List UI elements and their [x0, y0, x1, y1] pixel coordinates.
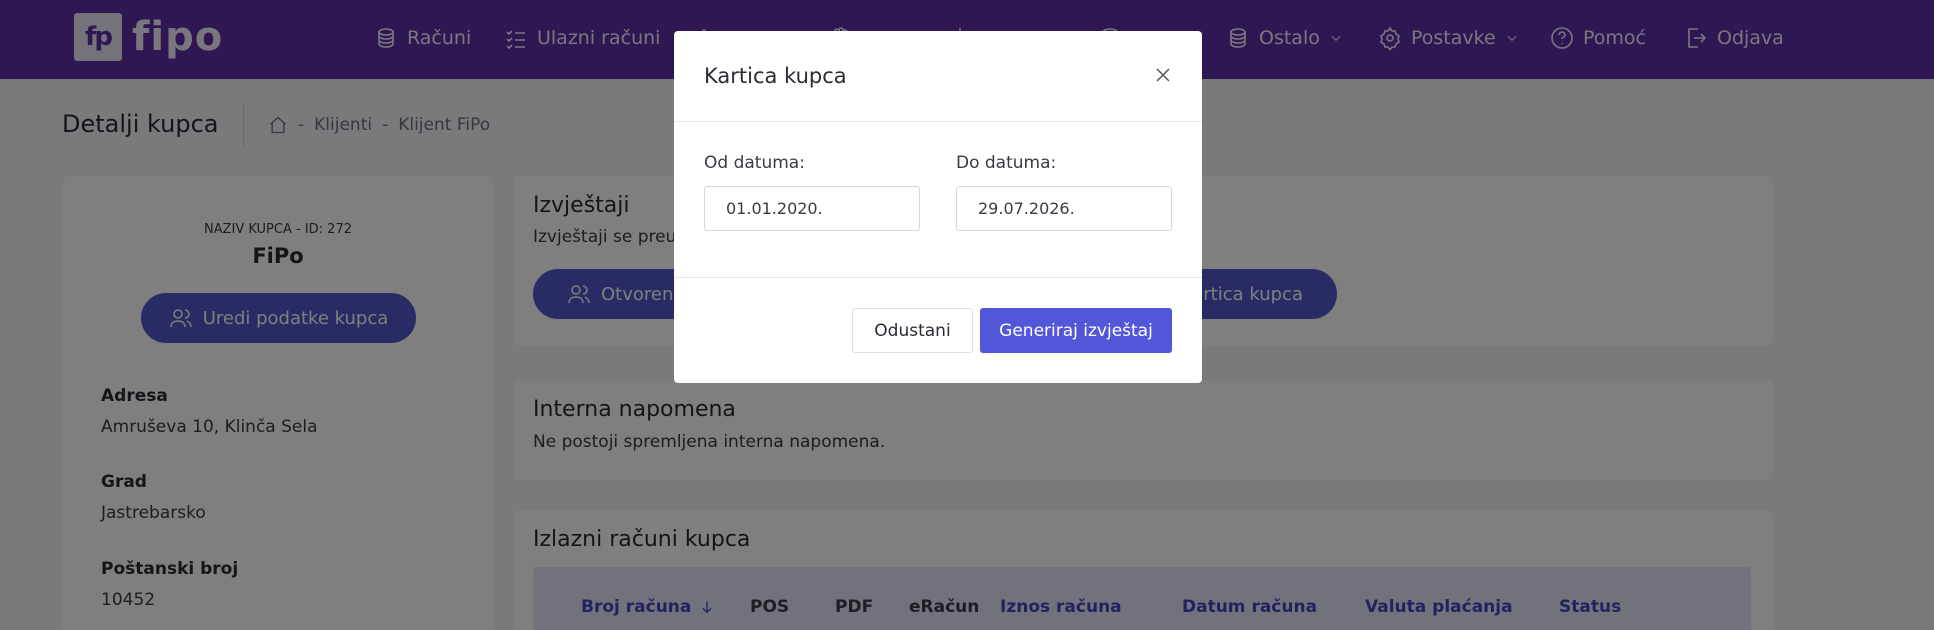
to-date-label: Do datuma: [956, 153, 1057, 173]
customer-card-modal: Kartica kupca Od datuma: 01.01.2020. Do … [674, 31, 1202, 383]
to-date-input[interactable]: 29.07.2026. [956, 186, 1172, 231]
from-date-label: Od datuma: [704, 153, 805, 173]
modal-title: Kartica kupca [704, 64, 847, 88]
from-date-input[interactable]: 01.01.2020. [704, 186, 920, 231]
cancel-button[interactable]: Odustani [852, 308, 973, 353]
close-button[interactable] [1150, 62, 1176, 88]
close-icon [1156, 68, 1170, 82]
generate-report-button[interactable]: Generiraj izvještaj [980, 308, 1172, 353]
modal-footer-divider [674, 277, 1202, 278]
modal-header-divider [674, 121, 1202, 122]
